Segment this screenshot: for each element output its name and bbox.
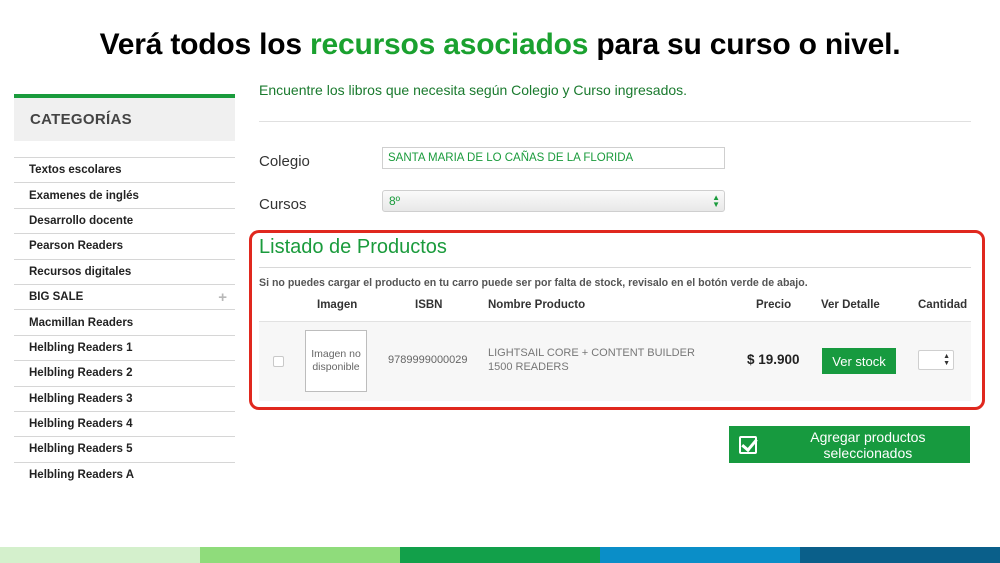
category-label: Helbling Readers 2: [29, 367, 133, 380]
footer-bar-5: [800, 547, 1000, 563]
slide-headline: Verá todos los recursos asociados para s…: [0, 28, 1000, 62]
category-item-helbling-a[interactable]: Helbling Readers A: [14, 463, 235, 488]
footer-bar-3: [400, 547, 600, 563]
category-label: Macmillan Readers: [29, 316, 134, 329]
category-label: Pearson Readers: [29, 240, 123, 253]
header-nombre: Nombre Producto: [488, 299, 586, 311]
category-item-examenes-ingles[interactable]: Examenes de inglés: [14, 183, 235, 209]
product-image-placeholder: Imagen no disponible: [305, 330, 367, 392]
colegio-input[interactable]: SANTA MARIA DE LO CAÑAS DE LA FLORIDA: [382, 147, 725, 169]
categories-title: CATEGORÍAS: [30, 111, 132, 128]
cursos-label: Cursos: [259, 196, 307, 213]
category-item-desarrollo-docente[interactable]: Desarrollo docente: [14, 209, 235, 235]
ver-stock-button[interactable]: Ver stock: [822, 348, 896, 374]
product-price: $ 19.900: [747, 352, 800, 367]
products-title: Listado de Productos: [259, 236, 447, 258]
footer-bar-1: [0, 547, 200, 563]
footer-color-bars: [0, 547, 1000, 563]
category-item-helbling-2[interactable]: Helbling Readers 2: [14, 361, 235, 387]
divider: [259, 267, 971, 268]
quantity-stepper[interactable]: ▲ ▼: [918, 350, 954, 370]
category-label: Examenes de inglés: [29, 189, 139, 202]
categories-list: Textos escolares Examenes de inglés Desa…: [14, 157, 235, 488]
product-name: LIGHTSAIL CORE + CONTENT BUILDER 1500 RE…: [488, 347, 695, 373]
stock-warning: Si no puedes cargar el producto en tu ca…: [259, 277, 808, 289]
category-label: Helbling Readers 1: [29, 341, 133, 354]
category-item-textos-escolares[interactable]: Textos escolares: [14, 158, 235, 184]
categories-sidebar: CATEGORÍAS Textos escolares Examenes de …: [14, 94, 235, 488]
header-imagen: Imagen: [317, 299, 358, 311]
checkbox-check-icon: [739, 435, 757, 454]
footer-bar-4: [600, 547, 800, 563]
category-label: Desarrollo docente: [29, 214, 134, 227]
header-detalle: Ver Detalle: [821, 299, 880, 311]
category-label: Helbling Readers 4: [29, 418, 133, 431]
product-isbn: 9789999000029: [388, 354, 468, 366]
intro-text: Encuentre los libros que necesita según …: [259, 82, 688, 98]
colegio-label: Colegio: [259, 153, 310, 170]
header-cantidad: Cantidad: [918, 299, 968, 311]
category-label: Recursos digitales: [29, 265, 132, 278]
category-item-macmillan-readers[interactable]: Macmillan Readers: [14, 310, 235, 336]
category-label: Helbling Readers A: [29, 469, 135, 482]
stepper-arrows-icon[interactable]: ▲ ▼: [943, 353, 950, 367]
category-label: Textos escolares: [29, 164, 122, 177]
headline-pre: Verá todos los: [99, 28, 310, 61]
category-item-helbling-4[interactable]: Helbling Readers 4: [14, 412, 235, 438]
cursos-selected-value: 8º: [389, 194, 401, 208]
headline-highlight: recursos asociados: [310, 28, 589, 61]
category-item-helbling-5[interactable]: Helbling Readers 5: [14, 437, 235, 463]
header-precio: Precio: [756, 299, 792, 311]
category-item-pearson-readers[interactable]: Pearson Readers: [14, 234, 235, 260]
category-label: Helbling Readers 3: [29, 392, 133, 405]
header-isbn: ISBN: [415, 299, 443, 311]
category-label: Helbling Readers 5: [29, 443, 133, 456]
product-select-checkbox[interactable]: [273, 356, 284, 367]
add-button-label: Agregar productos seleccionados: [810, 428, 926, 461]
expand-plus-icon[interactable]: +: [218, 289, 227, 306]
category-item-helbling-1[interactable]: Helbling Readers 1: [14, 336, 235, 362]
categories-header: CATEGORÍAS: [14, 94, 235, 141]
category-item-recursos-digitales[interactable]: Recursos digitales: [14, 260, 235, 285]
divider: [259, 121, 971, 122]
select-arrows-icon: ▲ ▼: [712, 193, 720, 209]
add-selected-products-button[interactable]: Agregar productos seleccionados: [729, 426, 970, 463]
footer-bar-2: [200, 547, 400, 563]
headline-post: para su curso o nivel.: [588, 28, 901, 61]
cursos-select[interactable]: 8º ▲ ▼: [382, 190, 725, 212]
category-item-big-sale[interactable]: BIG SALE +: [14, 285, 235, 311]
category-item-helbling-3[interactable]: Helbling Readers 3: [14, 387, 235, 412]
category-label: BIG SALE: [29, 291, 84, 304]
